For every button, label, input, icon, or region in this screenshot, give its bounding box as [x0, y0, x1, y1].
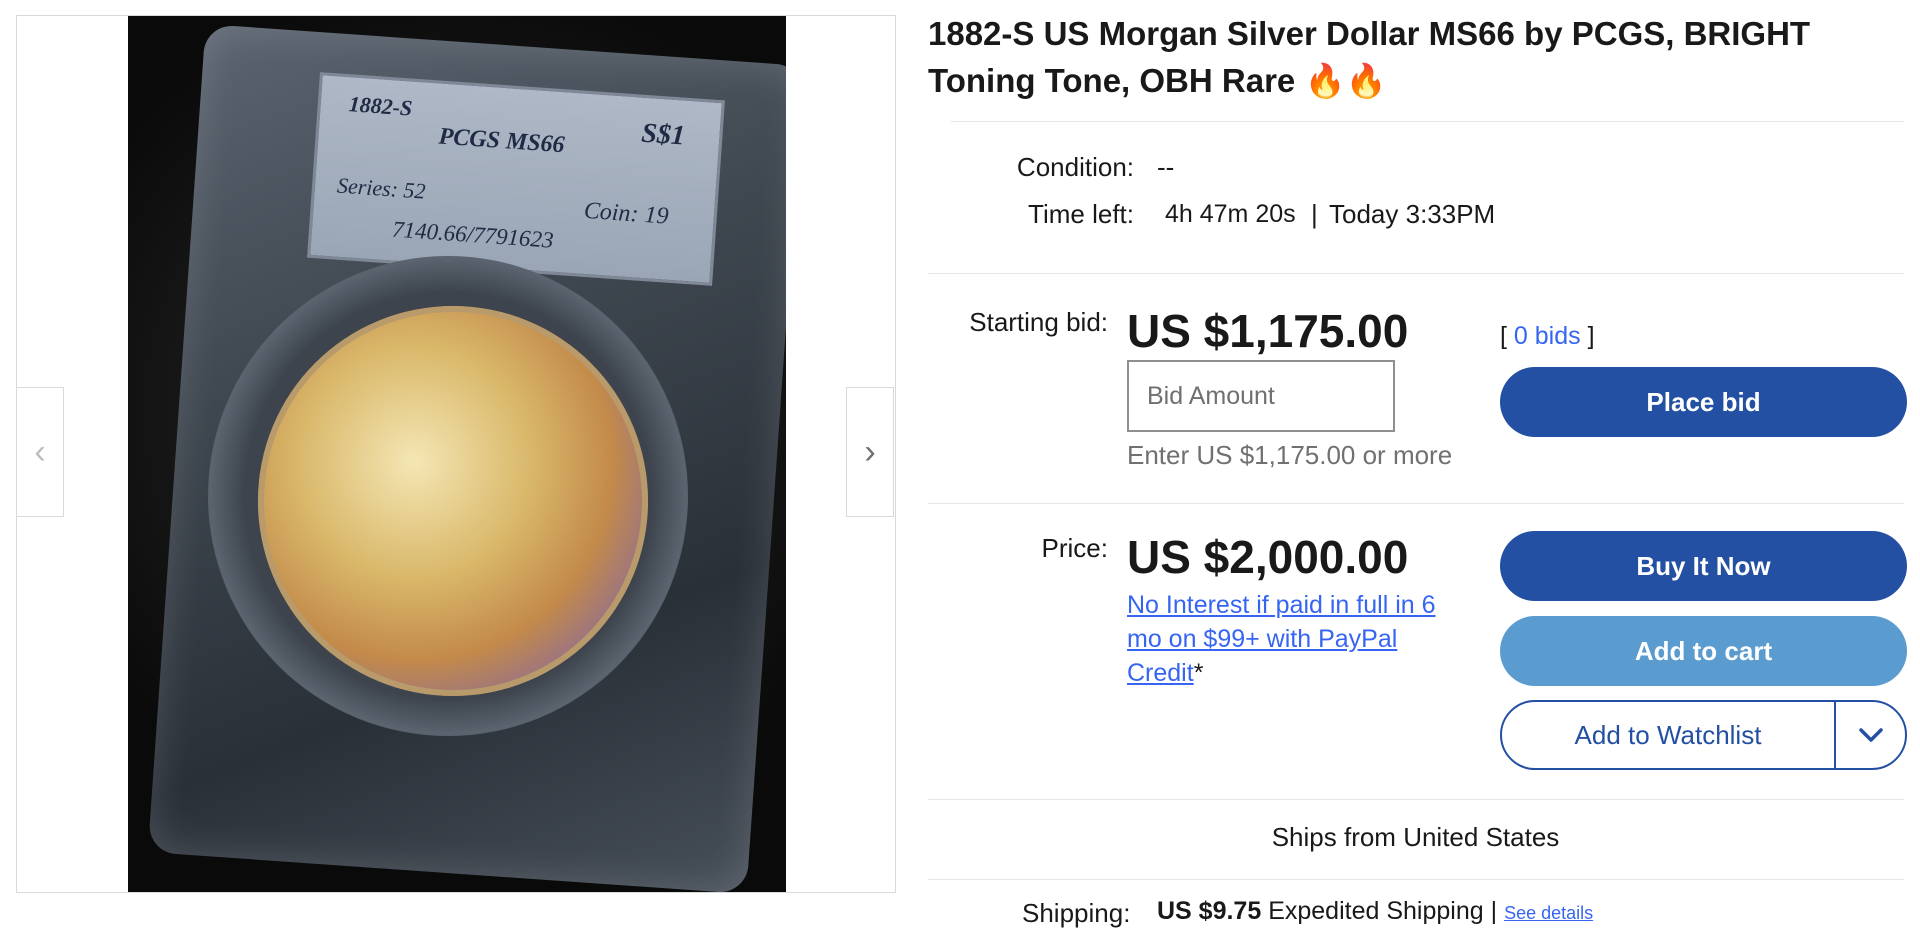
shipping-label: Shipping: [1022, 898, 1131, 928]
slab-series: Series: 52 [336, 172, 427, 204]
gallery-prev-button[interactable]: ‹ [16, 387, 64, 517]
watchlist-dropdown-button[interactable] [1836, 702, 1905, 768]
bid-hint: Enter US $1,175.00 or more [1127, 440, 1453, 470]
morgan-dollar-coin [258, 306, 648, 696]
auction-divider [928, 503, 1904, 504]
chevron-down-icon [1858, 728, 1883, 742]
bids-close-bracket: ] [1587, 322, 1595, 350]
shipping-value: US $9.75 Expedited Shipping | See detail… [1157, 897, 1593, 926]
add-to-cart-button[interactable]: Add to cart [1500, 616, 1907, 686]
see-details-link[interactable]: See details [1504, 903, 1593, 923]
ships-from: Ships from United States [1271, 822, 1560, 852]
shipping-method: Expedited Shipping [1268, 897, 1484, 925]
slab-cert: 7140.66/7791623 [391, 216, 555, 253]
starting-bid-price: US $1,175.00 [1127, 305, 1409, 357]
image-gallery: 1882-S S$1 PCGS MS66 Series: 52 Coin: 19… [16, 15, 896, 893]
listing-title: 1882-S US Morgan Silver Dollar MS66 by P… [928, 15, 1811, 99]
chevron-left-icon: ‹ [34, 432, 46, 471]
time-left-label: Time left: [1028, 199, 1134, 229]
title-divider [951, 121, 1904, 122]
shipping-separator: | [1490, 897, 1498, 925]
credit-asterisk: * [1193, 659, 1204, 687]
time-separator: | [1311, 199, 1318, 229]
coin-photo[interactable]: 1882-S S$1 PCGS MS66 Series: 52 Coin: 19… [128, 16, 786, 892]
slab-year: 1882-S [347, 91, 414, 121]
watchlist-control: Add to Watchlist [1500, 700, 1907, 770]
time-left-value: 4h 47m 20s [1165, 200, 1296, 228]
slab-coin: Coin: 19 [583, 197, 670, 230]
starting-bid-label: Starting bid: [969, 307, 1108, 337]
paypal-credit-offer: No Interest if paid in full in 6 mo on $… [1127, 588, 1467, 690]
shipping-divider [928, 879, 1904, 880]
slab-denomination: S$1 [640, 117, 687, 152]
shipping-cost: US $9.75 [1157, 897, 1262, 925]
end-time: Today 3:33PM [1329, 199, 1496, 229]
bid-amount-input[interactable] [1127, 360, 1395, 432]
place-bid-button[interactable]: Place bid [1500, 367, 1907, 437]
paypal-credit-link[interactable]: No Interest if paid in full in 6 mo on $… [1127, 591, 1436, 687]
condition-value: -- [1157, 152, 1175, 182]
chevron-right-icon: › [864, 432, 876, 471]
details-divider [928, 273, 1904, 274]
slab-grade: PCGS MS66 [437, 123, 566, 159]
buy-it-now-button[interactable]: Buy It Now [1500, 531, 1907, 601]
bid-count: [ 0 bids ] [1500, 322, 1595, 351]
add-to-watchlist-button[interactable]: Add to Watchlist [1502, 702, 1834, 768]
price-label: Price: [1041, 533, 1108, 563]
bids-open-bracket: [ [1500, 322, 1507, 350]
buy-divider [928, 799, 1904, 800]
slab-label: 1882-S S$1 PCGS MS66 Series: 52 Coin: 19… [307, 72, 725, 286]
gallery-next-button[interactable]: › [846, 387, 894, 517]
buy-now-price: US $2,000.00 [1127, 531, 1409, 583]
condition-label: Condition: [1016, 152, 1134, 182]
bids-count-link[interactable]: 0 bids [1514, 322, 1581, 350]
